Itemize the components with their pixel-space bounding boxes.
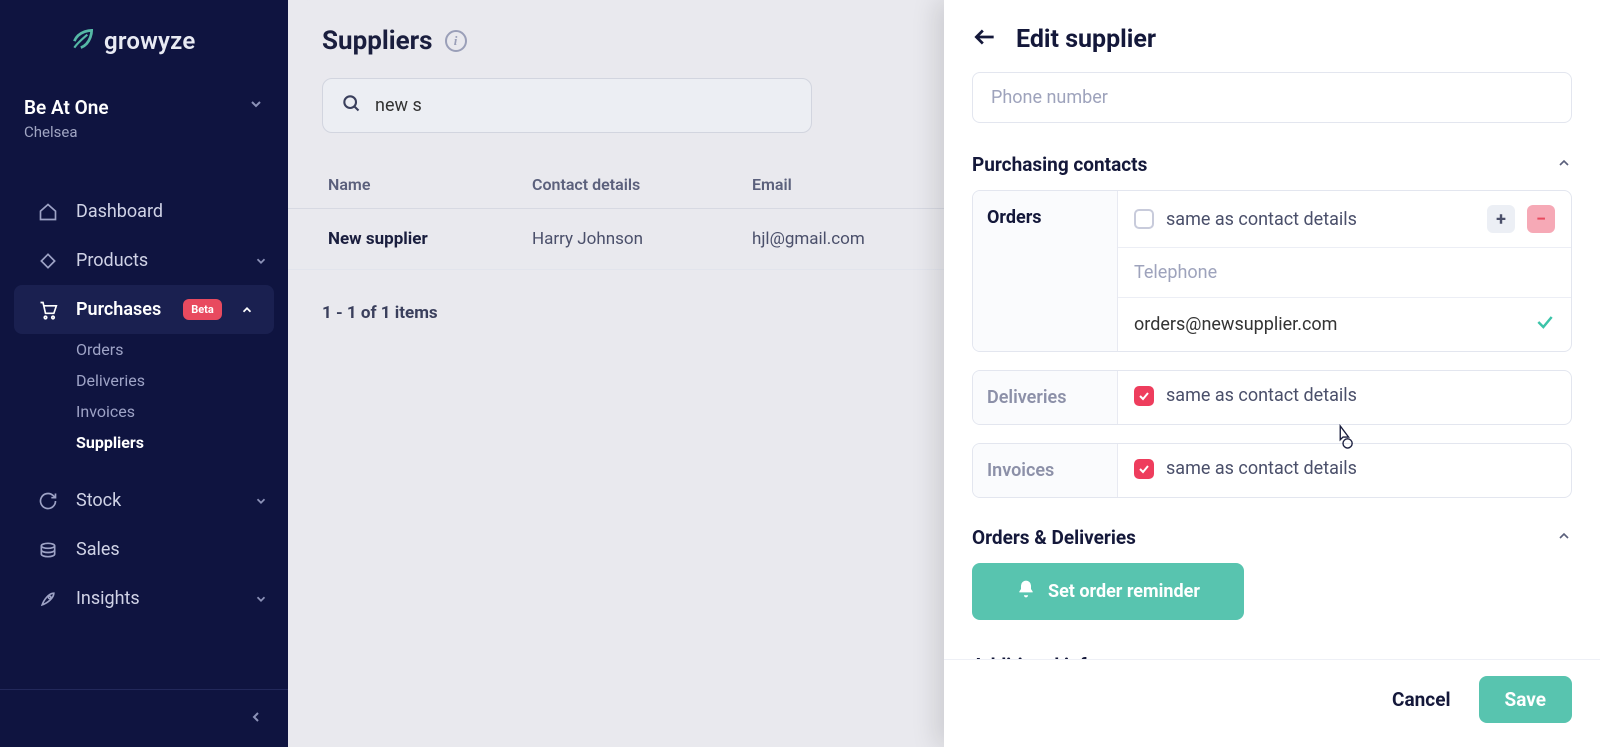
nav-orders[interactable]: Orders xyxy=(0,334,288,365)
chevron-down-icon xyxy=(248,96,264,116)
nav-products[interactable]: Products xyxy=(0,236,288,285)
drawer-title: Edit supplier xyxy=(1016,25,1156,54)
phone-input[interactable] xyxy=(991,87,1553,108)
nav-dashboard[interactable]: Dashboard xyxy=(0,187,288,236)
save-button[interactable]: Save xyxy=(1479,676,1573,723)
pc-orders-label: Orders xyxy=(973,191,1118,351)
nav-insights-label: Insights xyxy=(76,588,140,609)
nav-stock-label: Stock xyxy=(76,490,121,511)
nav-products-label: Products xyxy=(76,250,148,271)
chevron-up-icon xyxy=(1556,528,1572,548)
brand-name: growyze xyxy=(104,27,195,55)
remove-contact-button[interactable]: − xyxy=(1527,205,1555,233)
purchasing-contacts-title: Purchasing contacts xyxy=(972,153,1147,176)
nav-purchases[interactable]: Purchases Beta xyxy=(14,285,274,334)
refresh-icon xyxy=(38,491,58,511)
chevron-down-icon xyxy=(254,254,268,268)
nav-suppliers[interactable]: Suppliers xyxy=(0,427,288,458)
nav-invoices[interactable]: Invoices xyxy=(0,396,288,427)
orders-same-as-label: same as contact details xyxy=(1166,209,1475,230)
chevron-up-icon xyxy=(1556,155,1572,175)
nav-insights[interactable]: Insights xyxy=(0,574,288,623)
org-name: Be At One xyxy=(24,96,109,119)
nav-sales[interactable]: Sales xyxy=(0,525,288,574)
chevron-left-icon xyxy=(248,709,264,729)
drawer-header: Edit supplier xyxy=(944,0,1600,72)
chevron-down-icon xyxy=(254,592,268,606)
tag-icon xyxy=(38,251,58,271)
orders-telephone-line[interactable] xyxy=(1118,247,1571,297)
back-arrow-icon[interactable] xyxy=(972,24,998,54)
search-icon xyxy=(341,93,361,118)
home-icon xyxy=(38,202,58,222)
edit-supplier-drawer: Edit supplier Purchasing contacts Orders… xyxy=(944,0,1600,747)
chevron-up-icon xyxy=(240,303,254,317)
pc-orders-row: Orders same as contact details + − xyxy=(972,190,1572,352)
purchasing-contacts-section[interactable]: Purchasing contacts xyxy=(972,143,1572,190)
phone-field[interactable] xyxy=(972,72,1572,123)
pc-deliveries-row: Deliveries same as contact details xyxy=(972,370,1572,425)
pc-invoices-same-as-line: same as contact details xyxy=(1118,444,1571,493)
cancel-button[interactable]: Cancel xyxy=(1392,688,1450,711)
invoices-same-as-checkbox[interactable] xyxy=(1134,459,1154,479)
orders-deliveries-section[interactable]: Orders & Deliveries xyxy=(972,516,1572,563)
pc-deliveries-same-as-line: same as contact details xyxy=(1118,371,1571,420)
orders-email-line[interactable] xyxy=(1118,297,1571,351)
orders-same-as-checkbox[interactable] xyxy=(1134,209,1154,229)
pc-deliveries-label: Deliveries xyxy=(973,371,1118,424)
page-title: Suppliers xyxy=(322,26,433,56)
set-order-reminder-label: Set order reminder xyxy=(1048,581,1200,602)
brand-leaf-icon xyxy=(70,26,96,56)
chevron-down-icon xyxy=(254,494,268,508)
deliveries-same-as-checkbox[interactable] xyxy=(1134,386,1154,406)
nav-stock[interactable]: Stock xyxy=(0,476,288,525)
beta-badge: Beta xyxy=(183,299,222,320)
orders-email-input[interactable] xyxy=(1134,314,1523,335)
drawer-body: Purchasing contacts Orders same as conta… xyxy=(944,72,1600,659)
cell-name: New supplier xyxy=(322,229,532,249)
cell-contact: Harry Johnson xyxy=(532,229,752,249)
nav-deliveries[interactable]: Deliveries xyxy=(0,365,288,396)
org-selector[interactable]: Be At One Chelsea xyxy=(0,82,288,157)
col-name-header: Name xyxy=(322,175,532,194)
brand-logo: growyze xyxy=(0,0,288,82)
main-content: Suppliers i Name Contact details Email N… xyxy=(288,0,1600,747)
nav-dashboard-label: Dashboard xyxy=(76,201,163,222)
main-nav: Dashboard Products Purchases Beta Orders… xyxy=(0,157,288,747)
set-order-reminder-button[interactable]: Set order reminder xyxy=(972,563,1244,620)
search-input-wrap[interactable] xyxy=(322,78,812,133)
pc-orders-same-as-line: same as contact details + − xyxy=(1118,191,1571,247)
drawer-footer: Cancel Save xyxy=(944,659,1600,747)
deliveries-same-as-label: same as contact details xyxy=(1166,385,1555,406)
orders-deliveries-title: Orders & Deliveries xyxy=(972,526,1136,549)
add-contact-button[interactable]: + xyxy=(1487,205,1515,233)
bell-icon xyxy=(1016,579,1036,604)
check-icon xyxy=(1535,312,1555,337)
info-icon[interactable]: i xyxy=(445,30,467,52)
sidebar: growyze Be At One Chelsea Dashboard Prod… xyxy=(0,0,288,747)
pc-invoices-row: Invoices same as contact details xyxy=(972,443,1572,498)
col-contact-header: Contact details xyxy=(532,175,752,194)
org-location: Chelsea xyxy=(24,123,109,141)
nav-purchases-label: Purchases xyxy=(76,299,161,320)
rocket-icon xyxy=(38,589,58,609)
sidebar-collapse[interactable] xyxy=(0,689,288,747)
additional-info-section[interactable]: Additional info xyxy=(972,644,1572,659)
nav-sales-label: Sales xyxy=(76,539,120,560)
invoices-same-as-label: same as contact details xyxy=(1166,458,1555,479)
orders-telephone-input[interactable] xyxy=(1134,262,1555,283)
search-input[interactable] xyxy=(375,95,793,116)
pc-invoices-label: Invoices xyxy=(973,444,1118,497)
coins-icon xyxy=(38,540,58,560)
cart-icon xyxy=(38,300,58,320)
